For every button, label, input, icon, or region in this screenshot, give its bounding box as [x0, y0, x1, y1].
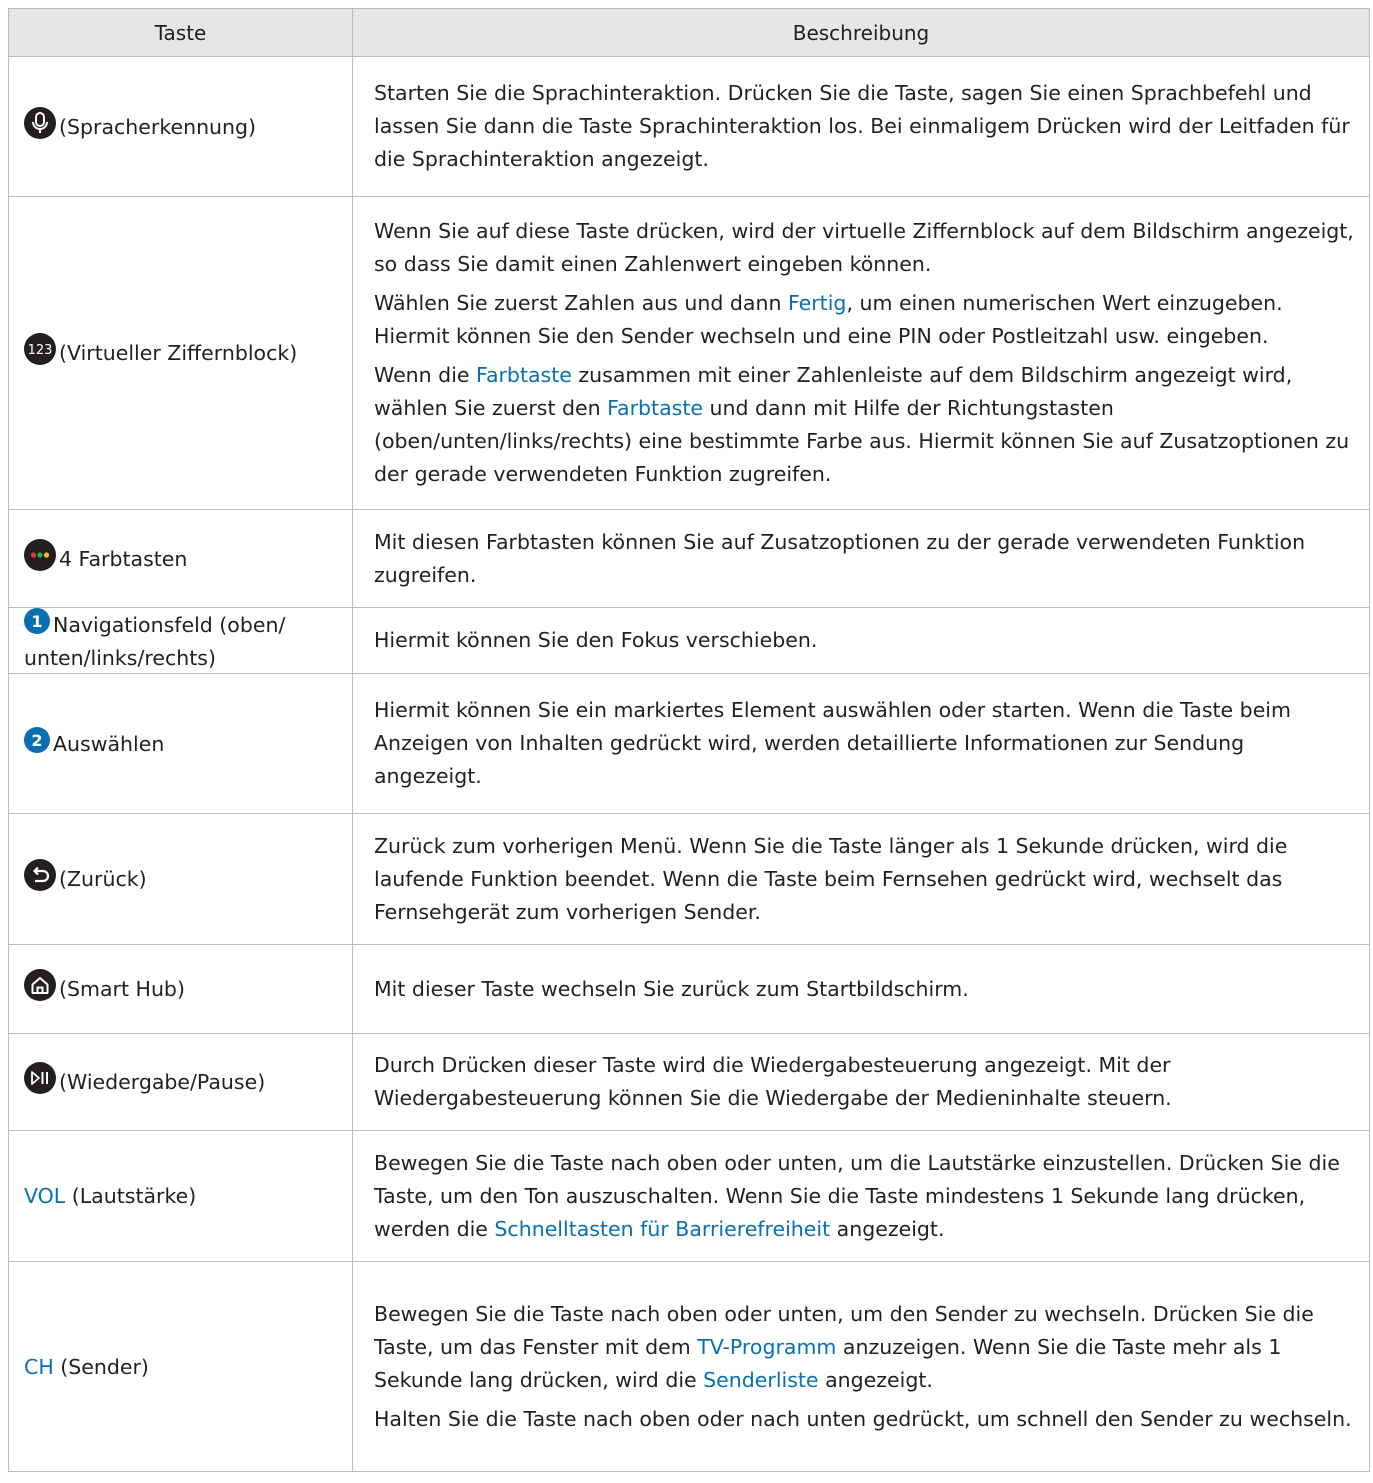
key-label: Auswählen [53, 731, 165, 756]
description-cell: Hiermit können Sie den Fokus verschieben… [352, 607, 1370, 674]
key-cell: (Smart Hub) [8, 944, 353, 1034]
table-row: (Wiedergabe/Pause) Durch Drücken dieser … [8, 1033, 1370, 1131]
home-icon [24, 969, 56, 1009]
key-label: (Zurück) [59, 867, 147, 891]
link-farbtaste[interactable]: Farbtaste [607, 396, 703, 420]
description-cell: Starten Sie die Sprachinteraktion. Drück… [352, 56, 1370, 197]
description-cell: Mit diesen Farbtasten können Sie auf Zus… [352, 509, 1370, 608]
description-text: Hiermit können Sie ein markiertes Elemen… [374, 698, 1291, 788]
column-header-description: Beschreibung [352, 8, 1370, 57]
key-code: VOL [24, 1184, 66, 1208]
key-label: (Lautstärke) [65, 1184, 197, 1208]
play-pause-icon [24, 1062, 56, 1102]
table-row: (Zurück) Zurück zum vorherigen Menü. Wen… [8, 813, 1370, 945]
key-cell: 123 (Virtueller Ziffernblock) [8, 196, 353, 510]
description-text: Hiermit können Sie den Fokus verschieben… [374, 628, 818, 652]
link-tv-programm[interactable]: TV-Programm [697, 1335, 836, 1359]
key-label: (Sender) [53, 1354, 149, 1379]
description-cell: Wenn Sie auf diese Taste drücken, wird d… [352, 196, 1370, 510]
table-row: 4 Farbtasten Mit diesen Farbtasten könne… [8, 509, 1370, 608]
description-cell: Durch Drücken dieser Taste wird die Wied… [352, 1033, 1370, 1131]
table-row: (Spracherkennung) Starten Sie die Sprach… [8, 56, 1370, 197]
key-cell: 2 Auswählen [8, 673, 353, 814]
key-cell: (Spracherkennung) [8, 56, 353, 197]
table-row: VOL (Lautstärke) Bewegen Sie die Taste n… [8, 1130, 1370, 1262]
key-label: (Smart Hub) [59, 977, 185, 1001]
key-cell: VOL (Lautstärke) [8, 1130, 353, 1262]
remote-keys-table: Taste Beschreibung (Spracherkennung) Sta… [8, 8, 1370, 1472]
description-text: Halten Sie die Taste nach oben oder nach… [374, 1406, 1352, 1431]
link-fertig[interactable]: Fertig [788, 291, 846, 315]
link-farbtaste[interactable]: Farbtaste [476, 363, 572, 387]
description-cell: Bewegen Sie die Taste nach oben oder unt… [352, 1261, 1370, 1472]
key-label: (Spracherkennung) [59, 114, 257, 139]
description-text: Zurück zum vorherigen Menü. Wenn Sie die… [374, 833, 1288, 924]
table-row: CH (Sender) Bewegen Sie die Taste nach o… [8, 1261, 1370, 1472]
description-cell: Zurück zum vorherigen Menü. Wenn Sie die… [352, 813, 1370, 945]
table-row: (Smart Hub) Mit dieser Taste wechseln Si… [8, 944, 1370, 1034]
microphone-icon [24, 106, 56, 147]
svg-text:2: 2 [31, 731, 42, 750]
key-cell: CH (Sender) [8, 1261, 353, 1472]
svg-text:123: 123 [28, 343, 53, 358]
link-accessibility-shortcuts[interactable]: Schnelltasten für Barrierefreiheit [494, 1217, 830, 1241]
key-cell: 1 Navigationsfeld (oben/ unten/links/rec… [8, 607, 353, 674]
key-label: (Wiedergabe/Pause) [59, 1070, 266, 1094]
number-one-icon: 1 [24, 608, 50, 642]
description-text: Wählen Sie zuerst Zahlen aus und dann Fe… [374, 291, 1283, 348]
return-icon [24, 859, 56, 899]
number-two-icon: 2 [24, 726, 50, 761]
description-cell: Mit dieser Taste wechseln Sie zurück zum… [352, 944, 1370, 1034]
key-label: 4 Farbtasten [59, 546, 188, 571]
description-text: Mit dieser Taste wechseln Sie zurück zum… [374, 976, 969, 1001]
key-label: (Virtueller Ziffernblock) [59, 341, 298, 365]
key-cell: (Zurück) [8, 813, 353, 945]
svg-text:1: 1 [31, 612, 42, 631]
description-text: Starten Sie die Sprachinteraktion. Drück… [374, 81, 1350, 171]
key-cell: 4 Farbtasten [8, 509, 353, 608]
description-cell: Hiermit können Sie ein markiertes Elemen… [352, 673, 1370, 814]
column-header-key: Taste [8, 8, 353, 57]
table-row: 123 (Virtueller Ziffernblock) Wenn Sie a… [8, 196, 1370, 510]
table-row: 2 Auswählen Hiermit können Sie ein marki… [8, 673, 1370, 814]
table-row: 1 Navigationsfeld (oben/ unten/links/rec… [8, 607, 1370, 674]
description-text: Bewegen Sie die Taste nach oben oder unt… [374, 1301, 1314, 1392]
number-pad-icon: 123 [24, 333, 56, 373]
description-text: Durch Drücken dieser Taste wird die Wied… [374, 1053, 1172, 1110]
description-text: Wenn die Farbtaste zusammen mit einer Za… [374, 363, 1350, 486]
description-cell: Bewegen Sie die Taste nach oben oder unt… [352, 1130, 1370, 1262]
key-cell: (Wiedergabe/Pause) [8, 1033, 353, 1131]
color-keys-icon [24, 538, 56, 579]
key-code: CH [24, 1354, 54, 1379]
key-label: Navigationsfeld (oben/ unten/links/recht… [24, 613, 286, 670]
table-header-row: Taste Beschreibung [8, 8, 1370, 57]
description-text: Wenn Sie auf diese Taste drücken, wird d… [374, 219, 1354, 276]
link-senderliste[interactable]: Senderliste [703, 1368, 818, 1392]
description-text: Bewegen Sie die Taste nach oben oder unt… [374, 1150, 1340, 1241]
description-text: Mit diesen Farbtasten können Sie auf Zus… [374, 529, 1306, 587]
